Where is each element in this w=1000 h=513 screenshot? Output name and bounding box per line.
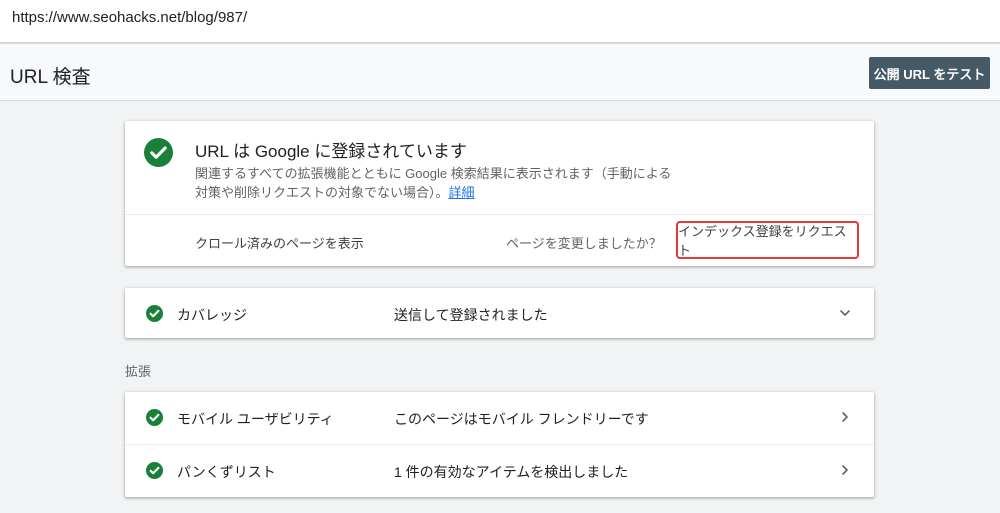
url-bar[interactable]: https://www.seohacks.net/blog/987/ (0, 0, 1000, 43)
view-crawled-page-link[interactable]: クロール済みのページを表示 (195, 233, 364, 252)
chevron-right-icon[interactable] (838, 463, 852, 477)
page-title: URL 検査 (10, 67, 91, 88)
test-live-url-button[interactable]: 公開 URL をテスト (869, 57, 990, 89)
divider (125, 214, 874, 215)
check-circle-icon (146, 305, 163, 322)
breadcrumbs-row[interactable]: パンくずリスト 1 件の有効なアイテムを検出しました (125, 445, 874, 497)
breadcrumbs-value: 1 件の有効なアイテムを検出しました (394, 464, 629, 480)
check-circle-icon (144, 138, 173, 167)
mobile-usability-row[interactable]: モバイル ユーザビリティ このページはモバイル フレンドリーです (125, 392, 874, 444)
index-status-card: URL は Google に登録されています 関連するすべての拡張機能とともに … (125, 121, 874, 266)
check-circle-icon (146, 462, 163, 479)
page-header: URL 検査 公開 URL をテスト (0, 44, 1000, 101)
status-description: 関連するすべての拡張機能とともに Google 検索結果に表示されます（手動によ… (195, 164, 675, 202)
request-indexing-button[interactable]: インデックス登録をリクエスト (676, 221, 859, 259)
enhancements-section-label: 拡張 (125, 364, 152, 379)
mobile-usability-value: このページはモバイル フレンドリーです (394, 411, 649, 427)
chevron-down-icon[interactable] (838, 306, 852, 320)
check-circle-icon (146, 409, 163, 426)
coverage-label: カバレッジ (177, 307, 247, 323)
url-text[interactable]: https://www.seohacks.net/blog/987/ (12, 9, 247, 26)
status-title: URL は Google に登録されています (195, 142, 467, 161)
mobile-usability-label: モバイル ユーザビリティ (177, 411, 334, 427)
coverage-card: カバレッジ 送信して登録されました (125, 288, 874, 338)
enhancements-card: モバイル ユーザビリティ このページはモバイル フレンドリーです パンくずリスト… (125, 392, 874, 497)
details-link[interactable]: 詳細 (449, 185, 475, 200)
status-description-text: 関連するすべての拡張機能とともに Google 検索結果に表示されます（手動によ… (195, 166, 672, 200)
breadcrumbs-label: パンくずリスト (177, 464, 276, 480)
page-changed-question: ページを変更しましたか？ (506, 236, 662, 251)
chevron-right-icon[interactable] (838, 410, 852, 424)
coverage-row[interactable]: カバレッジ 送信して登録されました (125, 288, 874, 340)
coverage-value: 送信して登録されました (394, 307, 548, 323)
